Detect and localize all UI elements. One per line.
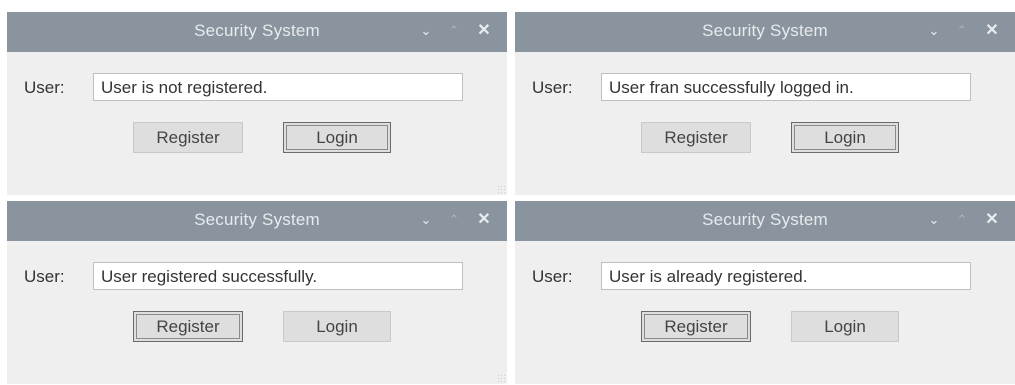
chevron-down-icon[interactable]: ⌄ (927, 23, 941, 39)
resize-grip[interactable] (497, 374, 505, 382)
login-button[interactable]: Login (283, 311, 391, 342)
chevron-up-icon[interactable]: ⌃ (955, 212, 969, 228)
user-label: User: (532, 78, 573, 97)
close-icon[interactable]: ✕ (477, 212, 491, 228)
chevron-up-icon[interactable]: ⌃ (447, 23, 461, 39)
security-system-window: Security System ⌄ ⌃ ✕ User: User fran su… (515, 12, 1015, 195)
user-status-field[interactable]: User registered successfully. (93, 262, 463, 290)
login-button[interactable]: Login (791, 311, 899, 342)
close-icon[interactable]: ✕ (985, 23, 999, 39)
close-icon[interactable]: ✕ (477, 23, 491, 39)
security-system-window: Security System ⌄ ⌃ ✕ User: User registe… (7, 201, 507, 384)
register-button[interactable]: Register (641, 311, 751, 342)
security-system-window: Security System ⌄ ⌃ ✕ User: User is alre… (515, 201, 1015, 384)
window-titlebar[interactable]: Security System ⌄ ⌃ ✕ (7, 12, 507, 52)
register-button[interactable]: Register (133, 122, 243, 153)
user-label: User: (532, 267, 573, 286)
close-icon[interactable]: ✕ (985, 212, 999, 228)
login-button[interactable]: Login (283, 122, 391, 153)
window-titlebar[interactable]: Security System ⌄ ⌃ ✕ (7, 201, 507, 241)
security-system-window: Security System ⌄ ⌃ ✕ User: User is not … (7, 12, 507, 195)
user-label: User: (24, 267, 65, 286)
login-button[interactable]: Login (791, 122, 899, 153)
chevron-up-icon[interactable]: ⌃ (447, 212, 461, 228)
window-titlebar[interactable]: Security System ⌄ ⌃ ✕ (515, 12, 1015, 52)
register-button[interactable]: Register (133, 311, 243, 342)
chevron-down-icon[interactable]: ⌄ (419, 23, 433, 39)
register-button[interactable]: Register (641, 122, 751, 153)
user-status-field[interactable]: User fran successfully logged in. (601, 73, 971, 101)
screenshot-grid: Security System ⌄ ⌃ ✕ User: User is not … (0, 0, 1015, 385)
chevron-up-icon[interactable]: ⌃ (955, 23, 969, 39)
resize-grip[interactable] (497, 185, 505, 193)
user-label: User: (24, 78, 65, 97)
window-titlebar[interactable]: Security System ⌄ ⌃ ✕ (515, 201, 1015, 241)
user-status-field[interactable]: User is already registered. (601, 262, 971, 290)
chevron-down-icon[interactable]: ⌄ (927, 212, 941, 228)
chevron-down-icon[interactable]: ⌄ (419, 212, 433, 228)
user-status-field[interactable]: User is not registered. (93, 73, 463, 101)
